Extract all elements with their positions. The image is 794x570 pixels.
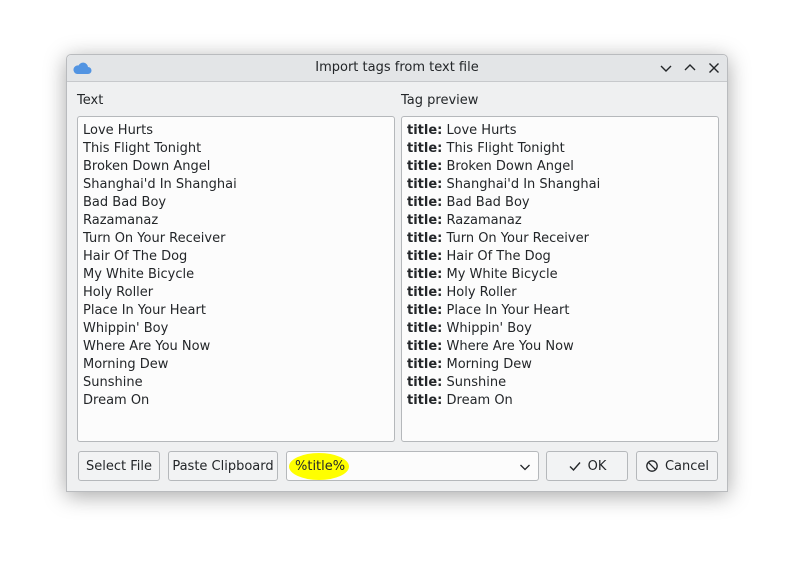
text-label: Text — [77, 93, 104, 108]
text-line: Sunshine — [83, 375, 143, 390]
preview-line: title: Morning Dew — [407, 356, 713, 374]
text-line: Turn On Your Receiver — [83, 231, 226, 246]
title-bar[interactable]: Import tags from text file — [67, 55, 727, 82]
tag-key: title: — [407, 339, 443, 354]
ok-button[interactable]: OK — [546, 451, 628, 481]
tag-preview-label: Tag preview — [401, 93, 479, 108]
tag-value: Holy Roller — [446, 285, 517, 300]
text-line: Hair Of The Dog — [83, 249, 188, 264]
paste-clipboard-button[interactable]: Paste Clipboard — [168, 451, 278, 481]
tag-value: Turn On Your Receiver — [446, 231, 589, 246]
text-line: Morning Dew — [83, 357, 169, 372]
text-line: Where Are You Now — [83, 339, 211, 354]
format-value: %title% — [295, 459, 346, 474]
text-line: Shanghai'd In Shanghai — [83, 177, 237, 192]
tag-key: title: — [407, 213, 443, 228]
text-line: Broken Down Angel — [83, 159, 211, 174]
minimize-icon[interactable] — [658, 60, 674, 76]
tag-key: title: — [407, 195, 443, 210]
text-line: Razamanaz — [83, 213, 159, 228]
preview-line: title: Where Are You Now — [407, 338, 713, 356]
preview-line: title: Love Hurts — [407, 122, 713, 140]
preview-line: title: Whippin' Boy — [407, 320, 713, 338]
select-file-button[interactable]: Select File — [78, 451, 160, 481]
tag-key: title: — [407, 285, 443, 300]
preview-line: title: Holy Roller — [407, 284, 713, 302]
tag-value: Sunshine — [446, 375, 507, 390]
text-line: Whippin' Boy — [83, 321, 169, 336]
format-combobox[interactable]: %title% — [286, 451, 539, 481]
text-line: My White Bicycle — [83, 267, 195, 282]
ok-label: OK — [587, 458, 607, 474]
preview-line: title: My White Bicycle — [407, 266, 713, 284]
tag-key: title: — [407, 141, 443, 156]
tag-key: title: — [407, 177, 443, 192]
tag-value: My White Bicycle — [446, 267, 558, 282]
tag-value: Shanghai'd In Shanghai — [446, 177, 601, 192]
cancel-button[interactable]: Cancel — [636, 451, 718, 481]
paste-clipboard-label: Paste Clipboard — [172, 458, 274, 474]
window-title: Import tags from text file — [315, 60, 479, 75]
preview-line: title: Hair Of The Dog — [407, 248, 713, 266]
tag-value: Morning Dew — [446, 357, 532, 372]
tag-key: title: — [407, 231, 443, 246]
tag-key: title: — [407, 267, 443, 282]
tag-value: Razamanaz — [446, 213, 522, 228]
tag-value: Hair Of The Dog — [446, 249, 551, 264]
text-line: Love Hurts — [83, 123, 154, 138]
tag-key: title: — [407, 303, 443, 318]
tag-value: Whippin' Boy — [446, 321, 532, 336]
tag-value: This Flight Tonight — [446, 141, 565, 156]
tag-key: title: — [407, 393, 443, 408]
cancel-label: Cancel — [664, 458, 710, 474]
tag-value: Love Hurts — [446, 123, 517, 138]
maximize-icon[interactable] — [682, 60, 698, 76]
text-line: Dream On — [83, 393, 150, 408]
cancel-icon — [645, 459, 659, 473]
tag-value: Where Are You Now — [446, 339, 574, 354]
import-tags-dialog: Import tags from text file Text Tag prev… — [66, 54, 728, 492]
preview-line: title: Shanghai'd In Shanghai — [407, 176, 713, 194]
close-icon[interactable] — [706, 60, 722, 76]
text-line: Place In Your Heart — [83, 303, 206, 318]
preview-line: title: Sunshine — [407, 374, 713, 392]
text-line: Bad Bad Boy — [83, 195, 167, 210]
checkmark-icon — [568, 459, 582, 473]
tag-value: Bad Bad Boy — [446, 195, 530, 210]
tag-value: Broken Down Angel — [446, 159, 574, 174]
text-line: This Flight Tonight — [83, 141, 202, 156]
preview-line: title: Turn On Your Receiver — [407, 230, 713, 248]
preview-line: title: Bad Bad Boy — [407, 194, 713, 212]
tag-key: title: — [407, 249, 443, 264]
tag-value: Place In Your Heart — [446, 303, 570, 318]
preview-line: title: Dream On — [407, 392, 713, 410]
preview-line: title: Razamanaz — [407, 212, 713, 230]
chevron-down-icon[interactable] — [518, 460, 532, 474]
preview-line: title: Broken Down Angel — [407, 158, 713, 176]
tag-key: title: — [407, 159, 443, 174]
preview-line: title: This Flight Tonight — [407, 140, 713, 158]
tag-key: title: — [407, 375, 443, 390]
select-file-label: Select File — [86, 458, 152, 474]
tag-key: title: — [407, 123, 443, 138]
text-line: Holy Roller — [83, 285, 154, 300]
preview-line: title: Place In Your Heart — [407, 302, 713, 320]
tag-value: Dream On — [446, 393, 513, 408]
tag-key: title: — [407, 321, 443, 336]
text-edit-area[interactable]: Love Hurts This Flight Tonight Broken Do… — [77, 116, 395, 442]
tag-preview-area: title: Love Hurts title: This Flight Ton… — [401, 116, 719, 442]
tag-key: title: — [407, 357, 443, 372]
